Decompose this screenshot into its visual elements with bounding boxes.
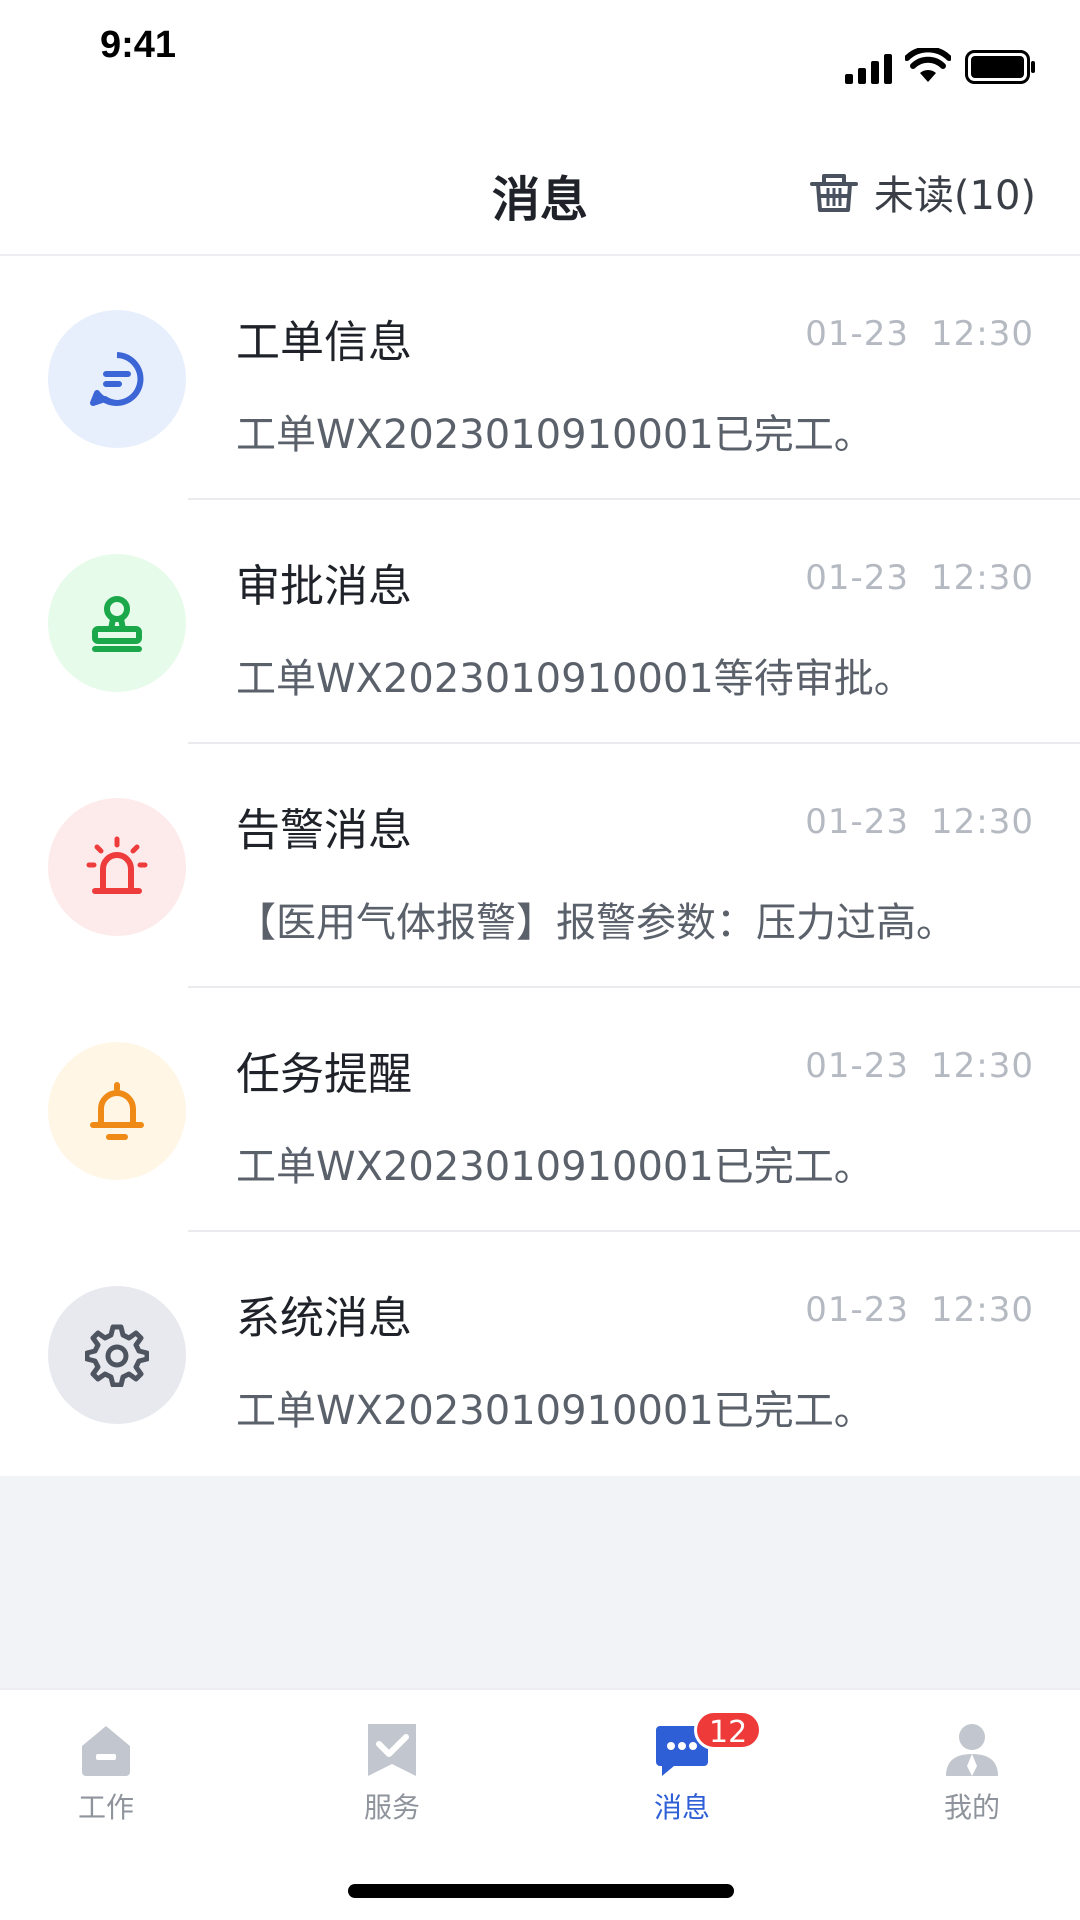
unread-filter-button[interactable]: 未读(10) [808, 164, 1036, 220]
message-avatar [48, 798, 186, 936]
message-row-alarm[interactable]: 告警消息 01-23 12:30 【医用气体报警】报警参数：压力过高。 [0, 744, 1080, 988]
stamp-icon [92, 596, 142, 652]
message-title: 审批消息 [236, 561, 412, 612]
unread-label: 未读(10) [873, 173, 1036, 219]
status-bar: 9:41 [0, 0, 1080, 120]
message-preview: 工单WX2023010910001已完工。 [236, 1388, 874, 1434]
message-avatar [48, 1042, 186, 1180]
status-time: 9:41 [100, 24, 177, 66]
message-preview: 工单WX2023010910001等待审批。 [236, 656, 914, 702]
message-preview: 工单WX2023010910001已完工。 [236, 412, 874, 458]
basket-icon [809, 174, 858, 212]
message-list: 工单信息 01-23 12:30 工单WX2023010910001已完工。 审批… [0, 256, 1080, 1476]
message-time: 01-23 12:30 [805, 1046, 1034, 1086]
tab-service[interactable]: 服务 [322, 1710, 462, 1830]
message-preview: 工单WX2023010910001已完工。 [236, 1144, 874, 1190]
wifi-icon [905, 48, 951, 82]
message-row-approval[interactable]: 审批消息 01-23 12:30 工单WX2023010910001等待审批。 [0, 500, 1080, 744]
message-preview: 【医用气体报警】报警参数：压力过高。 [236, 900, 956, 946]
message-title: 任务提醒 [236, 1049, 412, 1100]
tab-mine[interactable]: 我的 [902, 1710, 1042, 1830]
chat-bubble-icon [90, 352, 144, 406]
cellular-signal-icon [845, 54, 892, 84]
message-row-work-order[interactable]: 工单信息 01-23 12:30 工单WX2023010910001已完工。 [0, 256, 1080, 500]
message-title: 系统消息 [236, 1293, 412, 1344]
tab-label: 服务 [363, 1791, 420, 1824]
battery-icon [965, 50, 1035, 84]
message-time: 01-23 12:30 [805, 558, 1034, 598]
home-indicator[interactable] [348, 1884, 734, 1898]
message-avatar [48, 1286, 186, 1424]
message-time: 01-23 12:30 [805, 802, 1034, 842]
message-title: 告警消息 [236, 805, 412, 856]
message-avatar [48, 554, 186, 692]
header-area: 9:41 消息 未读(10) [0, 0, 1080, 256]
message-time: 01-23 12:30 [805, 1290, 1034, 1330]
message-row-task[interactable]: 任务提醒 01-23 12:30 工单WX2023010910001已完工。 [0, 988, 1080, 1232]
alarm-light-icon [86, 836, 148, 894]
tab-work[interactable]: 工作 [36, 1710, 176, 1830]
message-row-system[interactable]: 系统消息 01-23 12:30 工单WX2023010910001已完工。 [0, 1232, 1080, 1476]
message-title: 工单信息 [236, 317, 412, 368]
tab-label: 消息 [653, 1791, 710, 1824]
tab-messages[interactable]: 12 消息 [612, 1710, 763, 1830]
tab-label: 工作 [77, 1791, 134, 1824]
user-icon [946, 1724, 998, 1776]
gear-icon [85, 1324, 149, 1387]
home-icon [82, 1726, 130, 1776]
unread-count-badge: 12 [694, 1710, 763, 1750]
bell-icon [90, 1082, 144, 1140]
message-time: 01-23 12:30 [805, 314, 1034, 354]
checkmark-flag-icon [368, 1724, 416, 1776]
tab-label: 我的 [943, 1791, 1000, 1824]
message-avatar [48, 310, 186, 448]
